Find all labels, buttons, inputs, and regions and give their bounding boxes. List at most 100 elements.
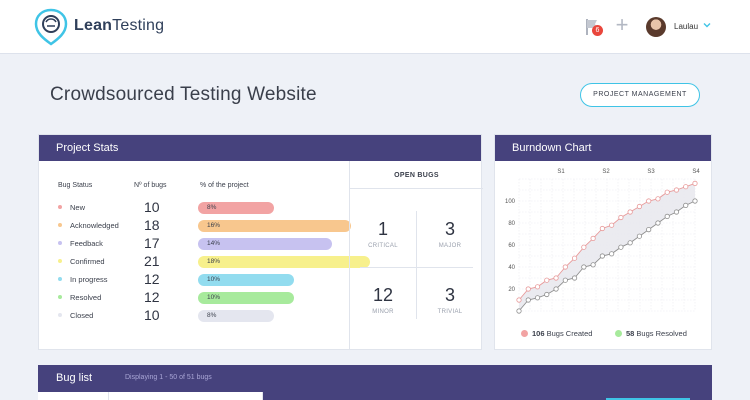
point-bugs-created [683,184,689,190]
point-bugs-created [544,277,550,283]
point-bugs-resolved [581,264,587,270]
point-bugs-resolved [544,291,550,298]
add-icon[interactable]: + [612,13,632,37]
open-bugs-trivial[interactable]: 3 TRIVIAL [417,285,483,315]
project-stats-title: Project Stats [39,135,481,161]
point-bugs-created [525,286,531,292]
bug-list-title: Bug list [56,372,93,384]
point-bugs-created [516,297,522,303]
bug-status-row[interactable]: Resolved 12 10% [39,289,339,306]
open-bugs-minor-value: 12 [372,285,394,305]
column-header-status: Bug Status [58,182,93,189]
project-stats-card: Project Stats Bug Status Nº of bugs % of… [38,134,483,350]
bug-list-section: Bug list Displaying 1 - 50 of 51 bugs [38,365,712,400]
open-bugs-minor[interactable]: 12 MINOR [350,285,416,315]
bug-status-row[interactable]: Confirmed 21 18% [39,253,370,270]
sprint-label: S3 [647,169,655,175]
point-bugs-resolved [534,295,541,301]
status-dot-icon [58,277,62,281]
status-dot-icon [58,241,62,245]
series-gap-area [519,183,695,311]
page-title: Crowdsourced Testing Website [50,84,317,105]
brand-name[interactable]: LeanTesting [74,17,164,35]
divider [360,267,473,268]
bug-list-count: Displaying 1 - 50 of 51 bugs [125,374,212,381]
bug-status-row[interactable]: In progress 12 10% [39,271,339,288]
point-bugs-created [618,214,624,221]
point-bugs-created [571,255,578,261]
column-header-percent: % of the project [200,182,249,189]
open-bugs-major-label: MAJOR [438,243,462,249]
point-bugs-resolved [664,213,670,220]
legend-created-text: Bugs Created [544,329,593,338]
bug-count: 17 [144,235,160,251]
point-bugs-created [692,180,698,186]
bug-status-label: Confirmed [70,257,105,266]
status-dot-icon [58,223,62,227]
open-bugs-major-value: 3 [444,219,455,239]
point-bugs-resolved [516,308,522,314]
status-dot-icon [58,313,62,317]
open-bugs-trivial-value: 3 [444,285,455,305]
open-bugs-critical[interactable]: 1 CRITICAL [350,219,416,249]
status-dot-icon [58,295,62,299]
point-bugs-created [562,264,568,270]
legend-created-marker [521,330,528,337]
point-bugs-created [581,244,587,250]
bug-status-row[interactable]: Closed 10 8% [39,307,339,324]
legend-bugs-resolved: 58 Bugs Resolved [615,329,687,338]
bug-count: 10 [144,199,160,215]
percent-label: 16% [207,222,221,229]
point-bugs-created [590,235,596,242]
open-bugs-title: OPEN BUGS [394,172,439,179]
point-bugs-created [609,222,615,228]
bug-status-label: In progress [70,275,108,284]
bug-count: 21 [144,253,160,269]
point-bugs-created [655,196,661,202]
leantesting-logo-icon[interactable] [34,8,68,46]
legend-created-value: 106 [532,329,545,338]
brand-name-rest: Testing [112,17,165,34]
column-header-count: Nº of bugs [134,182,167,189]
point-bugs-created [664,189,670,195]
point-bugs-resolved [673,209,680,215]
percent-label: 14% [207,240,221,247]
burndown-chart-card: Burndown Chart 20 40 60 80 100 S1 S2 S3 S4 106 B… [494,134,712,350]
point-bugs-resolved [562,277,568,283]
bug-status-row[interactable]: Acknowledged 18 16% [39,217,351,234]
bug-count: 18 [144,217,160,233]
point-bugs-resolved [627,240,633,246]
bug-status-label: Resolved [70,293,102,302]
percent-bar [198,220,351,232]
point-bugs-resolved [646,227,652,233]
status-dot-icon [58,259,62,263]
point-bugs-created [627,209,633,215]
top-navigation-bar: LeanTesting 6 + Laulau [0,0,750,54]
point-bugs-created [673,187,680,193]
bug-status-label: New [70,203,86,212]
bug-count: 10 [144,307,160,323]
notification-count-badge: 6 [592,25,603,36]
user-avatar[interactable] [646,17,666,37]
point-bugs-resolved [683,202,689,209]
percent-label: 8% [207,204,217,211]
bug-status-label: Closed [70,311,94,320]
point-bugs-resolved [590,262,596,268]
bug-status-row[interactable]: Feedback 17 14% [39,235,339,252]
y-tick-label: 40 [508,265,515,271]
bug-count: 12 [144,289,160,305]
user-name[interactable]: Laulau [674,22,698,31]
percent-label: 10% [207,276,221,283]
point-bugs-created [534,284,541,290]
bug-list-tabs[interactable] [38,392,263,400]
percent-label: 8% [207,312,217,319]
open-bugs-critical-value: 1 [377,219,388,239]
point-bugs-resolved [571,275,578,281]
chevron-down-icon[interactable] [702,20,712,30]
open-bugs-major[interactable]: 3 MAJOR [417,219,483,249]
project-management-button[interactable]: PROJECT MANAGEMENT [580,83,700,107]
percent-label: 10% [207,294,221,301]
legend-resolved-marker [615,330,622,337]
open-bugs-critical-label: CRITICAL [368,243,398,249]
bug-status-row[interactable]: New 10 8% [39,199,339,216]
